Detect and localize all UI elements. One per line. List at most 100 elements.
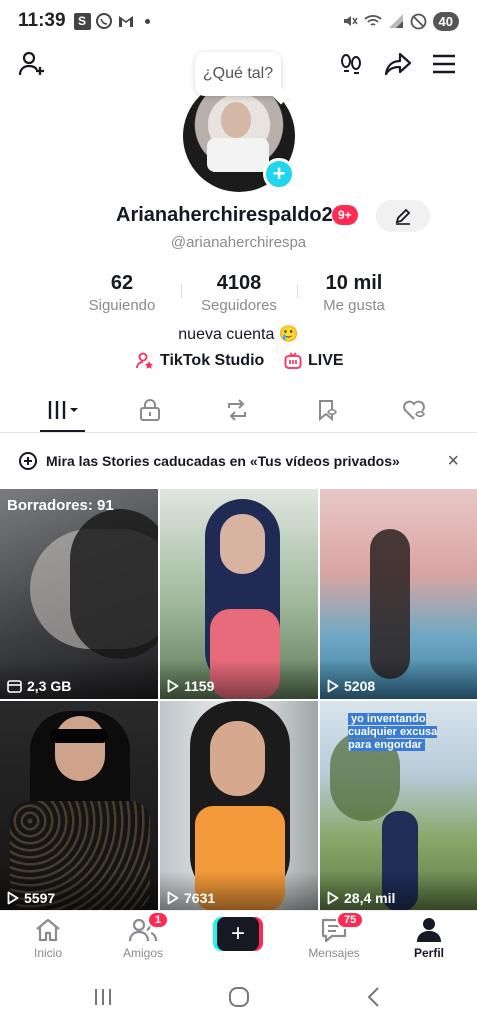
status-notification-icons: S bbox=[73, 12, 150, 30]
username-row: Arianaherchirespaldo2 9+ bbox=[0, 200, 477, 232]
avatar-face-shape bbox=[221, 102, 251, 138]
video-caption: yo inventando cualquier excusa para engo… bbox=[348, 713, 458, 752]
gmail-icon bbox=[118, 16, 133, 27]
play-icon bbox=[167, 891, 179, 905]
mute-icon bbox=[343, 16, 358, 26]
thumbnail-subject-shape bbox=[370, 529, 410, 679]
storage-icon bbox=[7, 679, 22, 693]
pencil-icon bbox=[395, 208, 411, 225]
video-stat: 5597 bbox=[7, 890, 55, 906]
edit-profile-button[interactable] bbox=[376, 200, 430, 232]
stat-followers[interactable]: 4108 Seguidores bbox=[179, 272, 299, 314]
footprints-button[interactable] bbox=[335, 48, 367, 80]
profile-tabs bbox=[0, 392, 477, 432]
stat-following-label: Siguiendo bbox=[88, 297, 156, 314]
stat-following[interactable]: 62 Siguiendo bbox=[62, 272, 182, 314]
video-thumbnail[interactable]: 1159 bbox=[160, 489, 318, 699]
video-stat-value: 28,4 mil bbox=[344, 890, 396, 906]
stories-banner-text: Mira las Stories caducadas en «Tus vídeo… bbox=[46, 453, 400, 469]
repost-icon bbox=[228, 399, 246, 421]
inbox-badge: 75 bbox=[336, 911, 365, 929]
play-icon bbox=[7, 891, 19, 905]
battery-icon: 40 bbox=[432, 11, 459, 31]
system-navigation-bar bbox=[0, 970, 477, 1024]
create-video-button[interactable]: + bbox=[213, 917, 263, 951]
share-profile-button[interactable] bbox=[382, 48, 414, 80]
video-thumbnail[interactable]: 5208 bbox=[320, 489, 477, 699]
video-thumbnail[interactable]: 5597 bbox=[0, 701, 158, 911]
back-button[interactable] bbox=[358, 984, 388, 1010]
back-chevron-icon bbox=[367, 987, 379, 1007]
video-stat-value: 1159 bbox=[184, 678, 215, 694]
avatar-clothing-shape bbox=[207, 138, 269, 172]
video-stat-value: 2,3 GB bbox=[27, 678, 72, 694]
add-friend-button[interactable] bbox=[16, 48, 48, 80]
tiktok-studio-link[interactable]: TikTok Studio bbox=[136, 352, 264, 370]
profile-bio: nueva cuenta 🥲 bbox=[178, 326, 299, 343]
tab-saved[interactable] bbox=[307, 392, 347, 428]
recent-apps-icon bbox=[95, 989, 111, 1005]
stat-likes-number: 10 mil bbox=[325, 272, 383, 294]
nav-profile[interactable]: Perfil bbox=[393, 917, 465, 960]
tab-reposts[interactable] bbox=[217, 392, 257, 428]
live-link[interactable]: LIVE bbox=[284, 352, 344, 370]
heart-hidden-icon bbox=[403, 400, 425, 420]
play-icon bbox=[167, 679, 179, 693]
video-stat-value: 7631 bbox=[184, 890, 216, 906]
video-stat: 1159 bbox=[167, 678, 214, 694]
recent-apps-button[interactable] bbox=[88, 984, 118, 1010]
thumbnail-hair-shape bbox=[70, 509, 158, 659]
thumbnail-face-shape bbox=[55, 716, 105, 781]
studio-person-star-icon bbox=[136, 352, 153, 369]
stat-likes[interactable]: 10 mil Me gusta bbox=[294, 272, 414, 314]
status-time: 11:39 bbox=[18, 10, 66, 31]
home-system-button[interactable] bbox=[224, 984, 254, 1010]
menu-button[interactable] bbox=[428, 48, 460, 80]
add-story-button[interactable]: + bbox=[263, 158, 295, 190]
stat-followers-number: 4108 bbox=[216, 272, 262, 294]
status-system-icons: 40 bbox=[342, 11, 459, 31]
video-thumbnail[interactable]: 7631 bbox=[160, 701, 318, 911]
tab-private[interactable] bbox=[130, 392, 170, 428]
more-notifications-dot-icon bbox=[144, 18, 150, 24]
nav-home[interactable]: Inicio bbox=[12, 917, 84, 960]
notification-badge[interactable]: 9+ bbox=[332, 205, 358, 225]
whatsapp-icon bbox=[95, 13, 112, 29]
signal-icon bbox=[388, 14, 403, 28]
add-story-circle-icon bbox=[19, 452, 37, 470]
video-thumbnail[interactable]: Borradores: 91 2,3 GB bbox=[0, 489, 158, 699]
lock-icon bbox=[140, 399, 160, 421]
home-icon bbox=[36, 918, 60, 942]
bookmark-hidden-icon bbox=[319, 400, 337, 422]
video-thumbnail[interactable]: yo inventando cualquier excusa para engo… bbox=[320, 701, 477, 911]
tab-videos[interactable] bbox=[42, 392, 82, 428]
username: Arianaherchirespaldo2 bbox=[116, 204, 333, 226]
status-bubble[interactable]: ¿Qué tal? bbox=[195, 52, 281, 96]
nav-home-label: Inicio bbox=[33, 946, 62, 960]
thumbnail-face-shape bbox=[210, 721, 265, 796]
play-icon bbox=[327, 679, 339, 693]
video-stat-value: 5208 bbox=[344, 678, 376, 694]
stat-followers-label: Seguidores bbox=[201, 297, 277, 314]
profile-person-icon bbox=[417, 918, 441, 942]
app-s-icon: S bbox=[73, 12, 91, 30]
close-icon[interactable]: × bbox=[447, 450, 459, 473]
stat-likes-label: Me gusta bbox=[323, 297, 385, 314]
nav-friends[interactable]: Amigos 1 bbox=[107, 911, 179, 960]
friends-badge: 1 bbox=[147, 911, 170, 929]
nav-profile-label: Perfil bbox=[413, 946, 444, 960]
stories-banner[interactable]: Mira las Stories caducadas en «Tus vídeo… bbox=[0, 444, 477, 478]
drafts-label: Borradores: 91 bbox=[7, 497, 114, 514]
status-bar: 11:39 S 40 bbox=[0, 0, 477, 42]
live-tv-icon bbox=[284, 352, 302, 369]
hamburger-menu-icon bbox=[433, 54, 455, 74]
nav-inbox[interactable]: Mensajes 75 bbox=[298, 911, 370, 960]
video-stat: 2,3 GB bbox=[7, 678, 71, 694]
profile-stats: 62 Siguiendo 4108 Seguidores 10 mil Me g… bbox=[0, 272, 477, 316]
tiktok-studio-label: TikTok Studio bbox=[160, 352, 265, 369]
stat-following-number: 62 bbox=[110, 272, 134, 294]
tab-liked[interactable] bbox=[395, 392, 435, 428]
plus-icon: + bbox=[217, 917, 259, 951]
grid-filter-icon bbox=[48, 401, 78, 419]
wifi-icon bbox=[363, 15, 382, 26]
